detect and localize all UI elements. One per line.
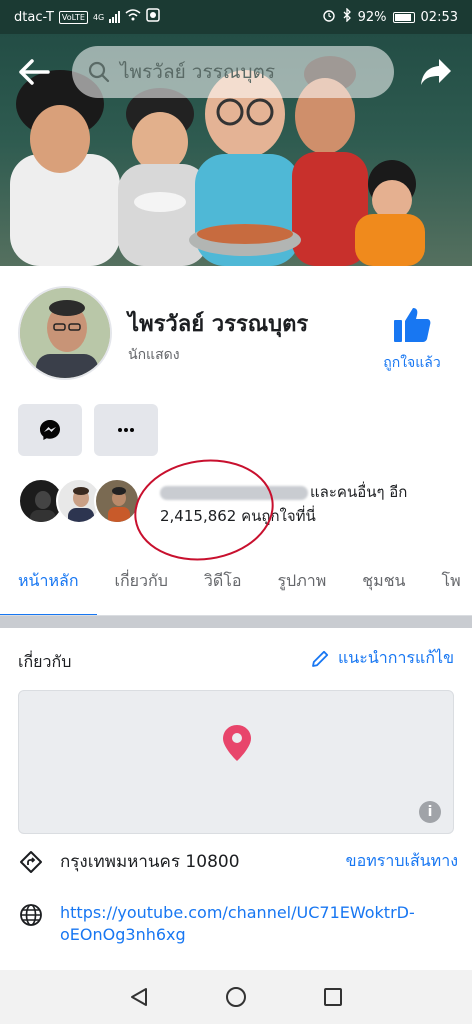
more-icon xyxy=(118,428,134,432)
address-row: กรุงเทพมหานคร 10800 ขอทราบเส้นทาง xyxy=(18,848,458,875)
triangle-back-icon xyxy=(130,988,147,1006)
suggest-edit-link[interactable]: แนะนำการแก้ไข xyxy=(310,646,454,671)
bluetooth-icon xyxy=(342,7,352,26)
website-row: https://youtube.com/channel/UC71EWoktrD-… xyxy=(18,902,458,946)
battery-percent: 92% xyxy=(357,9,387,25)
globe-icon xyxy=(18,902,44,928)
tab-videos[interactable]: วิดีโอ xyxy=(186,562,260,615)
about-heading: เกี่ยวกับ xyxy=(18,652,72,671)
annotation-circle xyxy=(127,450,281,570)
search-bar[interactable]: ไพรวัลย์ วรรณบุตร xyxy=(72,46,394,98)
volte-badge: VoLTE xyxy=(58,10,88,24)
search-text: ไพรวัลย์ วรรณบุตร xyxy=(120,61,276,83)
more-options-button[interactable] xyxy=(94,404,158,456)
top-nav: ไพรวัลย์ วรรณบุตร xyxy=(0,40,472,102)
liked-label: ถูกใจแล้ว xyxy=(383,355,441,371)
back-button[interactable] xyxy=(16,54,52,90)
friends-likes[interactable]: และคนอื่นๆ อีก 2,415,862 คนถูกใจที่นี่ xyxy=(18,450,458,570)
thumbs-up-icon xyxy=(394,308,431,342)
alarm-icon xyxy=(322,8,336,26)
profile-avatar[interactable] xyxy=(18,286,112,380)
likes-suffix: และคนอื่นๆ อีก xyxy=(310,483,408,501)
map-pin-icon xyxy=(223,725,251,761)
app-notification-icon xyxy=(146,8,160,26)
nav-home-button[interactable] xyxy=(216,977,256,1017)
share-icon xyxy=(421,59,451,85)
map-info-icon[interactable]: i xyxy=(419,801,441,823)
system-nav-bar xyxy=(0,970,472,1024)
pencil-icon xyxy=(312,650,329,667)
section-divider xyxy=(0,616,472,628)
messenger-button[interactable] xyxy=(18,404,82,456)
location-map[interactable]: i xyxy=(18,690,454,834)
clock: 02:53 xyxy=(420,9,458,25)
page-name: ไพรวัลย์ วรรณบุตร xyxy=(128,312,309,337)
tab-community[interactable]: ชุมชน xyxy=(344,562,423,615)
status-bar: dtac-T VoLTE 4G 92% 02:53 xyxy=(0,0,472,34)
nav-recents-button[interactable] xyxy=(313,977,353,1017)
suggest-edit-label: แนะนำการแก้ไข xyxy=(337,648,454,667)
address-text: กรุงเทพมหานคร 10800 xyxy=(60,852,240,872)
page-category: นักแสดง xyxy=(128,347,180,363)
nav-back-button[interactable] xyxy=(119,977,159,1017)
tab-posts[interactable]: โพ xyxy=(423,562,472,615)
directions-icon xyxy=(18,849,44,875)
search-icon xyxy=(88,61,110,83)
battery-icon xyxy=(392,11,415,23)
signal-icon xyxy=(109,11,121,23)
friend-avatar xyxy=(94,478,140,524)
square-recents-icon xyxy=(324,988,343,1006)
tab-about[interactable]: เกี่ยวกับ xyxy=(97,562,186,615)
tab-home[interactable]: หน้าหลัก xyxy=(0,562,97,615)
wifi-icon xyxy=(125,9,141,25)
page-tabs: หน้าหลัก เกี่ยวกับ วิดีโอ รูปภาพ ชุมชน โ… xyxy=(0,562,472,616)
get-directions-link[interactable]: ขอทราบเส้นทาง xyxy=(346,849,458,874)
website-link[interactable]: https://youtube.com/channel/UC71EWoktrD-… xyxy=(60,902,420,946)
back-arrow-icon xyxy=(19,59,50,85)
circle-home-icon xyxy=(225,987,246,1007)
carrier-label: dtac-T xyxy=(14,9,54,25)
messenger-icon xyxy=(40,420,60,440)
tab-photos[interactable]: รูปภาพ xyxy=(259,562,344,615)
share-button[interactable] xyxy=(418,54,454,90)
liked-button[interactable]: ถูกใจแล้ว xyxy=(370,306,454,374)
network-label: 4G xyxy=(92,12,105,22)
